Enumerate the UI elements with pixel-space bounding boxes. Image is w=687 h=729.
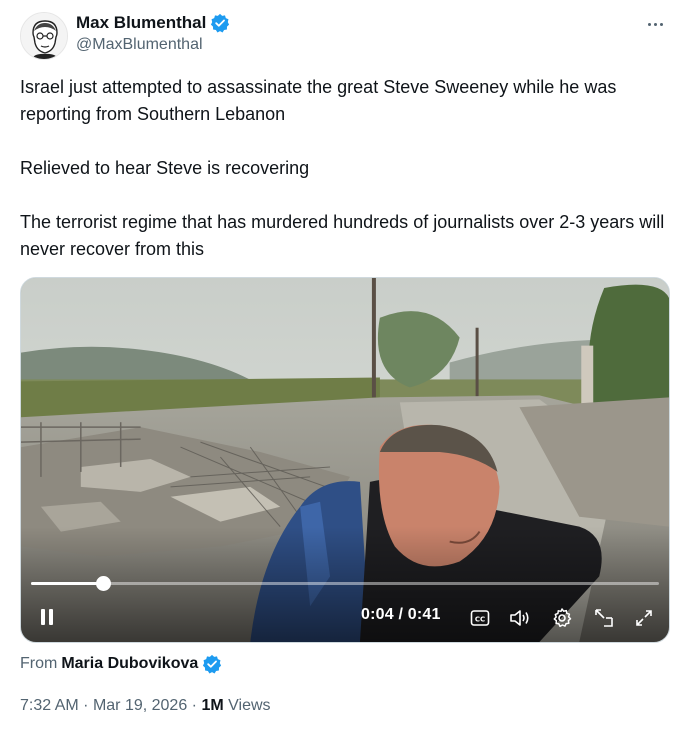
video-frame: [21, 278, 669, 642]
author-name-row: Max Blumenthal: [76, 13, 230, 33]
pause-icon[interactable]: [35, 604, 59, 630]
verified-badge-icon: [202, 654, 222, 674]
video-source: From Maria Dubovikova: [20, 654, 222, 674]
captions-icon[interactable]: CC: [467, 605, 493, 631]
author-display-name[interactable]: Max Blumenthal: [76, 13, 206, 33]
tweet-paragraph: Relieved to hear Steve is recovering: [20, 158, 310, 178]
author-avatar[interactable]: [20, 12, 68, 60]
tweet-paragraph: Israel just attempted to assassinate the…: [20, 77, 617, 124]
source-prefix: From: [20, 655, 58, 672]
tweet-text: Israel just attempted to assassinate the…: [20, 74, 670, 263]
author-handle[interactable]: @MaxBlumenthal: [76, 36, 203, 54]
video-progress-fill: [31, 582, 104, 585]
video-time: 0:04 / 0:41: [361, 606, 441, 623]
views-label: Views: [228, 697, 271, 714]
tweet-card: Max Blumenthal @MaxBlumenthal Israel jus…: [0, 0, 687, 729]
tweet-paragraph: The terrorist regime that has murdered h…: [20, 212, 665, 259]
settings-icon[interactable]: [549, 605, 575, 631]
more-options-icon[interactable]: [639, 10, 671, 38]
svg-text:CC: CC: [475, 615, 485, 623]
picture-in-picture-icon[interactable]: [591, 605, 617, 631]
tweet-meta: 7:32 AM · Mar 19, 2026 · 1M Views: [20, 697, 271, 715]
views-count: 1M: [201, 697, 224, 714]
tweet-time[interactable]: 7:32 AM: [20, 697, 79, 714]
tweet-date[interactable]: Mar 19, 2026: [93, 697, 187, 714]
verified-badge-icon: [210, 13, 230, 33]
meta-separator: ·: [83, 697, 89, 714]
fullscreen-icon[interactable]: [631, 605, 657, 631]
video-player[interactable]: 0:04 / 0:41 CC: [20, 277, 670, 643]
video-progress-bar[interactable]: [31, 576, 659, 591]
meta-separator: ·: [191, 697, 197, 714]
source-name[interactable]: Maria Dubovikova: [61, 655, 198, 673]
volume-icon[interactable]: [507, 605, 533, 631]
